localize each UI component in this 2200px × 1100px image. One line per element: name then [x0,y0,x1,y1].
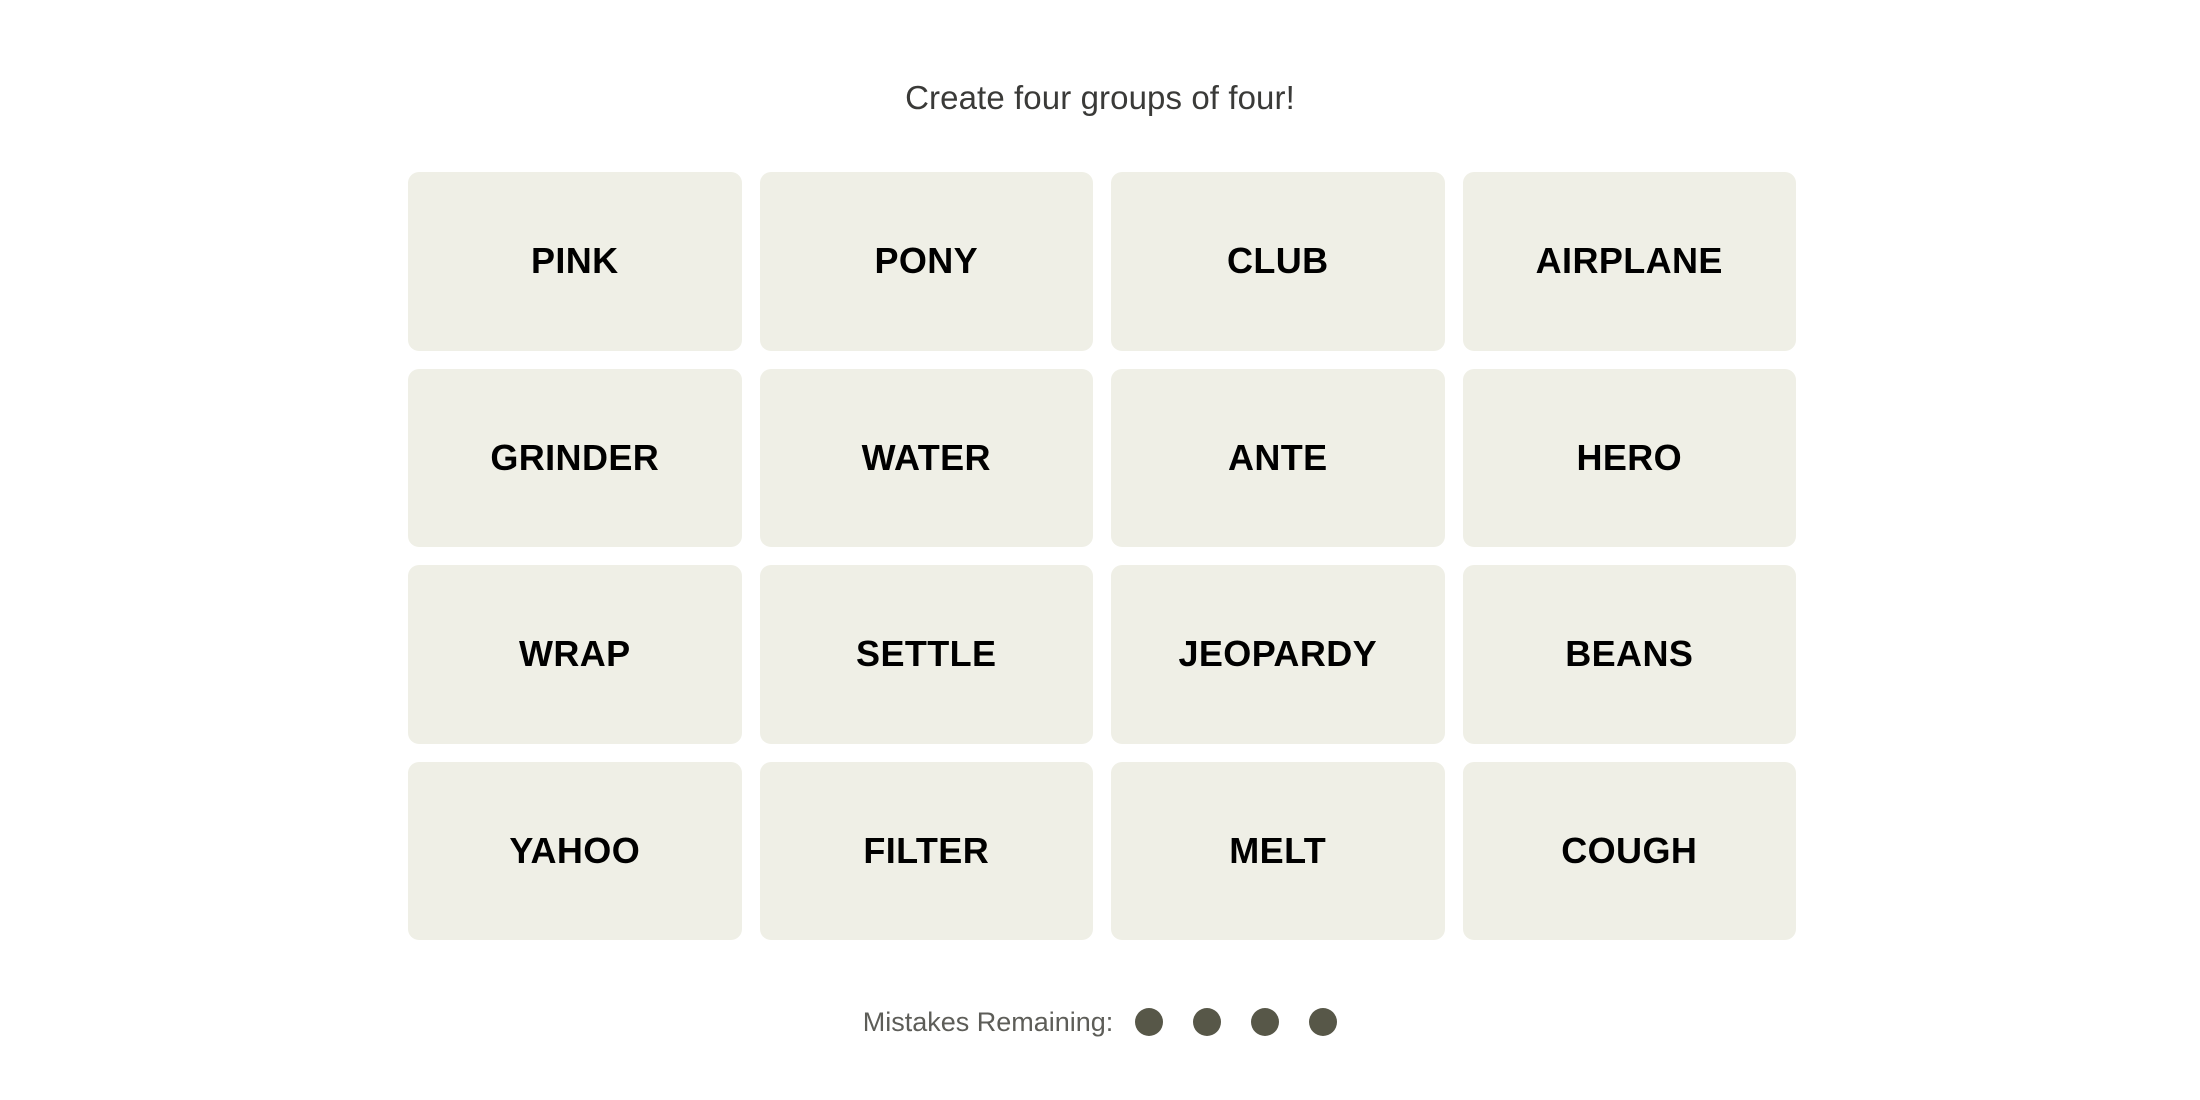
word-tile[interactable]: YAHOO [408,761,742,940]
page-title: Create four groups of four! [905,79,1295,116]
word-tile-label: PONY [874,240,979,282]
word-tile[interactable]: JEOPARDY [1111,565,1445,744]
word-tile-label: PINK [530,240,619,282]
word-tile-label: ANTE [1227,436,1328,478]
word-tile[interactable]: PONY [759,172,1093,351]
mistake-dot [1135,1008,1164,1036]
word-tile-label: SETTLE [856,633,997,675]
word-tile[interactable]: WATER [759,368,1093,547]
word-tile[interactable]: HERO [1462,368,1796,547]
word-tile[interactable]: GRINDER [408,368,742,547]
word-tile-label: GRINDER [490,436,660,478]
word-tile-label: WRAP [518,633,631,675]
word-tile-label: CLUB [1226,240,1329,282]
word-tile-label: AIRPLANE [1535,240,1723,282]
word-tile[interactable]: ANTE [1111,368,1445,547]
mistakes-dots-group [1135,1008,1338,1036]
word-tile[interactable]: CLUB [1111,172,1445,351]
word-tile-label: YAHOO [509,829,641,871]
word-tile-label: MELT [1229,829,1327,871]
word-tile[interactable]: BEANS [1462,565,1796,744]
word-tile-label: COUGH [1561,829,1698,871]
word-tile-label: HERO [1576,436,1683,478]
word-tile-label: WATER [861,436,991,478]
mistakes-remaining-bar: Mistakes Remaining: [0,998,2200,1046]
mistake-dot [1309,1008,1338,1036]
word-tile-label: JEOPARDY [1178,633,1378,675]
connections-game: Create four groups of four! PINK PONY CLUB… [0,0,2200,1100]
word-tile-label: BEANS [1565,633,1694,675]
word-tile[interactable]: COUGH [1462,761,1796,940]
word-tile[interactable]: AIRPLANE [1462,172,1796,351]
word-tile[interactable]: WRAP [408,565,742,744]
word-tile-label: FILTER [863,829,990,871]
word-grid: PINK PONY CLUB AIRPLANE GRINDER WATER ANTE HERO… [408,172,1796,940]
mistake-dot [1193,1008,1222,1036]
word-tile[interactable]: PINK [408,172,742,351]
mistake-dot [1251,1008,1280,1036]
word-tile[interactable]: SETTLE [759,565,1093,744]
word-tile[interactable]: MELT [1111,761,1445,940]
word-tile[interactable]: FILTER [759,761,1093,940]
mistakes-remaining-label: Mistakes Remaining: [862,1006,1114,1037]
